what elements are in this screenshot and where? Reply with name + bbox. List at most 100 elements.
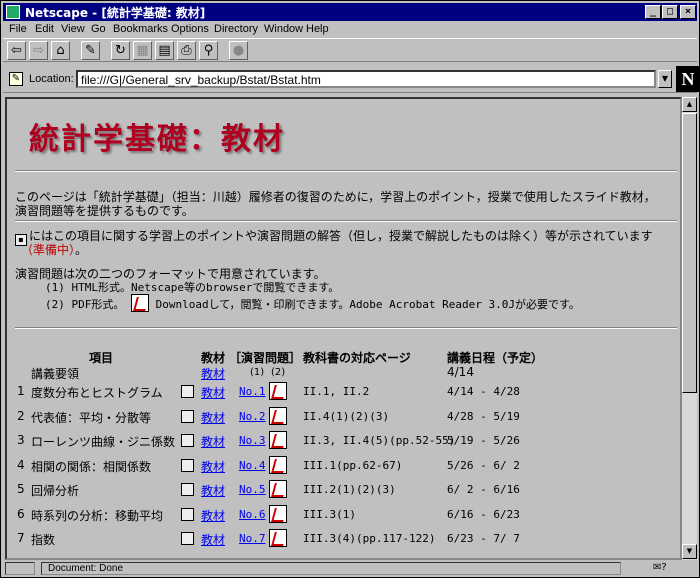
notes-icon[interactable] xyxy=(181,434,194,447)
row-textbook-pages: III.2(1)(2)(3) xyxy=(303,483,396,496)
find-icon[interactable]: ⚲ xyxy=(199,41,218,60)
images-icon[interactable]: ▦ xyxy=(133,41,152,60)
scroll-down-icon[interactable]: ▼ xyxy=(682,544,697,559)
toolbar: ⇦ ⇨ ⌂ ✎ ↻ ▦ ▤ ⎙ ⚲ ● xyxy=(3,38,697,62)
icon-note: ▪ にはこの項目に関する学習上のポイントや演習問題の解答（但し，授業で解説したもの… xyxy=(15,227,653,246)
pdf-icon xyxy=(130,294,149,312)
row-material-link[interactable]: 教材 xyxy=(201,433,225,450)
pdf-icon[interactable] xyxy=(269,431,287,449)
menu-options[interactable]: Options xyxy=(171,23,209,35)
notes-icon[interactable] xyxy=(181,532,194,545)
row-number: 4 xyxy=(17,458,25,472)
notes-icon[interactable] xyxy=(181,459,194,472)
intro-text-line2: 演習問題等を提供するものです。 xyxy=(15,204,194,218)
notes-icon[interactable] xyxy=(181,483,194,496)
pdf-icon[interactable] xyxy=(269,382,287,400)
scroll-up-icon[interactable]: ▲ xyxy=(682,97,697,112)
row-schedule: 4/28 - 5/19 xyxy=(447,410,520,423)
subheader-pdf: (2) xyxy=(271,367,286,378)
pdf-icon[interactable] xyxy=(269,407,287,425)
format-pdf-line: (2) PDF形式。 Downloadして，閲覧・印刷できます。Adobe Ac… xyxy=(45,294,580,312)
pdf-icon[interactable] xyxy=(269,505,287,523)
row-exercise-link[interactable]: No.3 xyxy=(239,434,266,447)
subheader-html: (1) xyxy=(250,367,265,378)
syllabus-material-link[interactable]: 教材 xyxy=(201,365,225,382)
notes-icon[interactable] xyxy=(181,410,194,423)
pdf-icon[interactable] xyxy=(269,480,287,498)
row-topic: 代表値：平均・分散等 xyxy=(31,411,152,425)
menu-directory[interactable]: Directory xyxy=(214,23,258,35)
notes-icon[interactable] xyxy=(181,508,194,521)
row-exercise-link[interactable]: No.4 xyxy=(239,459,266,472)
vertical-scrollbar[interactable]: ▲ ▼ xyxy=(682,97,697,560)
open-icon[interactable]: ▤ xyxy=(155,41,174,60)
icon-note-text: にはこの項目に関する学習上のポイントや演習問題の解答（但し，授業で解説したものは… xyxy=(29,229,653,243)
menu-edit[interactable]: Edit xyxy=(35,23,54,35)
row-material-link[interactable]: 教材 xyxy=(201,384,225,401)
row-topic: 指数 xyxy=(31,533,56,547)
row-exercise-link[interactable]: No.2 xyxy=(239,410,266,423)
row-material-link[interactable]: 教材 xyxy=(201,507,225,524)
row-textbook-pages: II.4(1)(2)(3) xyxy=(303,410,390,423)
row-number: 2 xyxy=(17,409,25,423)
netscape-app-icon[interactable] xyxy=(6,5,20,19)
pdf-icon[interactable] xyxy=(269,456,287,474)
notes-icon[interactable] xyxy=(181,385,194,398)
menu-help[interactable]: Help xyxy=(306,23,329,35)
netscape-logo[interactable]: N xyxy=(676,66,700,92)
icon-note-status: （準備中） xyxy=(21,243,76,257)
menu-window[interactable]: Window xyxy=(264,23,303,35)
menu-go[interactable]: Go xyxy=(91,23,106,35)
stop-icon[interactable]: ● xyxy=(229,41,248,60)
row-exercise-link[interactable]: No.5 xyxy=(239,483,266,496)
location-dropdown-button[interactable]: ▼ xyxy=(658,70,672,88)
maximize-button[interactable]: □ xyxy=(662,5,678,19)
col-header-material: 教材 xyxy=(201,351,226,365)
menu-bar: File Edit View Go Bookmarks Options Dire… xyxy=(3,22,697,38)
row-material-link[interactable]: 教材 xyxy=(201,482,225,499)
scroll-thumb[interactable] xyxy=(682,113,697,393)
divider xyxy=(15,220,677,222)
edit-pencil-icon[interactable]: ✎ xyxy=(81,41,100,60)
row-material-link[interactable]: 教材 xyxy=(201,531,225,548)
row-schedule: 5/19 - 5/26 xyxy=(447,434,520,447)
row-exercise-link[interactable]: No.7 xyxy=(239,532,266,545)
minimize-button[interactable]: _ xyxy=(645,5,661,19)
row-number: 3 xyxy=(17,433,25,447)
close-button[interactable]: × xyxy=(680,5,696,19)
row-topic: 時系列の分析：移動平均 xyxy=(31,509,164,523)
row-material-link[interactable]: 教材 xyxy=(201,409,225,426)
menu-view[interactable]: View xyxy=(61,23,85,35)
mail-icon[interactable]: ✉? xyxy=(653,562,667,573)
row-schedule: 6/16 - 6/23 xyxy=(447,508,520,521)
row-textbook-pages: II.3, II.4(5)(pp.52-55) xyxy=(303,434,456,447)
menu-file[interactable]: File xyxy=(9,23,27,35)
progress-indicator xyxy=(5,562,35,575)
reload-icon[interactable]: ↻ xyxy=(111,41,130,60)
title-bar[interactable]: Netscape - [統計学基礎: 教材] _ □ × xyxy=(3,3,697,21)
menu-bookmarks[interactable]: Bookmarks xyxy=(113,23,168,35)
row-number: 1 xyxy=(17,384,25,398)
col-header-exercises: ［演習問題］ xyxy=(229,351,302,365)
print-icon[interactable]: ⎙ xyxy=(177,41,196,60)
forward-icon[interactable]: ⇨ xyxy=(29,41,48,60)
row-exercise-link[interactable]: No.6 xyxy=(239,508,266,521)
row-textbook-pages: III.3(1) xyxy=(303,508,356,521)
pdf-icon[interactable] xyxy=(269,529,287,547)
row-number: 5 xyxy=(17,482,25,496)
back-icon[interactable]: ⇦ xyxy=(7,41,26,60)
page-content: 統計学基礎：教材 このページは「統計学基礎」（担当：川越）履修者の復習のために，… xyxy=(5,97,682,560)
location-input[interactable]: file:///G|/General_srv_backup/Bstat/Bsta… xyxy=(76,70,656,88)
row-topic: 度数分布とヒストグラム xyxy=(31,386,163,400)
status-text: Document: Done xyxy=(41,562,621,575)
location-label: Location: xyxy=(29,73,74,85)
row-exercise-link[interactable]: No.1 xyxy=(239,385,266,398)
bookmark-icon[interactable]: ✎ xyxy=(9,72,23,86)
col-header-schedule: 講義日程（予定） xyxy=(447,351,544,365)
row-number: 7 xyxy=(17,531,25,545)
syllabus-label: 講義要領 xyxy=(31,367,80,381)
row-topic: ローレンツ曲線・ジニ係数 xyxy=(31,435,176,449)
row-material-link[interactable]: 教材 xyxy=(201,458,225,475)
row-schedule: 6/23 - 7/ 7 xyxy=(447,532,520,545)
home-icon[interactable]: ⌂ xyxy=(51,41,70,60)
